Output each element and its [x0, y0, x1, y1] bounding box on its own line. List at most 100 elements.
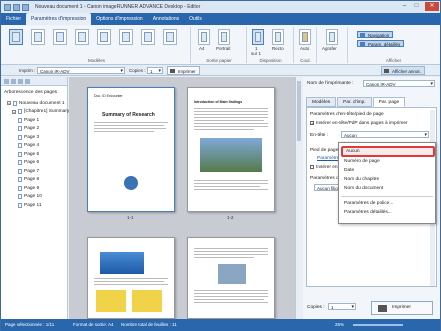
minimize-button[interactable]: – [399, 2, 410, 11]
tree-item-page-10[interactable]: Page 10 [4, 193, 64, 202]
collapse-toggle[interactable]: − [12, 109, 16, 114]
printer-select[interactable]: Canon iR-ADV [37, 67, 125, 74]
maximize-button[interactable]: □ [411, 2, 422, 11]
tree-item-page-3[interactable]: Page 3 [4, 133, 64, 142]
tree-item-page-7[interactable]: Page 7 [4, 167, 64, 176]
page-icon [18, 126, 22, 132]
tree-item-page-4[interactable]: Page 4 [4, 142, 64, 151]
dropdown-option-nom-chapitre[interactable]: Nom du chapitre [344, 177, 379, 182]
zoom-slider[interactable] [353, 324, 403, 326]
status-output-format: Format de sortie: A4 [73, 322, 114, 327]
expand-icon[interactable] [11, 79, 16, 84]
tree-item-label: Nouveau document 1 [19, 100, 65, 106]
page-icon [18, 202, 22, 208]
copies-input-pane[interactable]: 1 [328, 303, 356, 310]
navigation-icon [360, 33, 365, 37]
page-title-text: Introduction of Main findings [194, 100, 243, 104]
printer-name-select[interactable]: Canon iR-ADV [363, 80, 435, 87]
copies-input[interactable]: 1 [147, 67, 163, 74]
staple-icon[interactable] [326, 29, 338, 45]
print-button-toolbar[interactable]: Imprimer [167, 66, 200, 75]
dropdown-option-numero-page[interactable]: Numéro de page [344, 159, 380, 164]
template-button-4[interactable] [75, 29, 89, 45]
tree-item-label: Page 9 [24, 185, 40, 191]
undo-icon[interactable] [22, 3, 29, 11]
scrollbar-thumb[interactable] [297, 81, 301, 141]
tree-item-label: Page 1 [24, 117, 40, 123]
tab-modeles[interactable]: Modèles [306, 97, 337, 107]
page-thumbnail-4[interactable] [187, 237, 275, 319]
tree-item-page-1[interactable]: Page 1 [4, 116, 64, 125]
show-annotations-button[interactable]: Afficher annot. [381, 66, 425, 75]
template-button-6[interactable] [119, 29, 133, 45]
header-label: En-tête : [310, 133, 329, 138]
menu-annotations[interactable]: Annotations [148, 13, 184, 25]
tree-item-label: Page 11 [24, 202, 42, 208]
print-button[interactable]: Imprimer [371, 301, 433, 315]
move-icon[interactable] [18, 79, 23, 84]
detailed-params-button[interactable]: Param. détaillés [357, 40, 405, 47]
tree-item-page-6[interactable]: Page 6 [4, 159, 64, 168]
menu-options-impression[interactable]: Options d'impression [91, 13, 148, 25]
duplex-icon[interactable] [272, 29, 284, 45]
insert-checkbox[interactable] [310, 165, 314, 169]
dropdown-option-aucun[interactable]: Aucun [341, 146, 435, 157]
group-sortie-papier: A4 Portrait Sortie papier [192, 27, 247, 63]
tree-item-document[interactable]: − Nouveau document 1 [4, 99, 65, 108]
header-footer-checkbox-label: Insérer en-tête/PdP dans pages à imprime… [316, 121, 408, 126]
vertical-scrollbar[interactable] [295, 77, 302, 319]
page-title-text: Summary of Research [102, 112, 155, 118]
print-button-label: Imprimer [178, 69, 196, 74]
tree-item-page-5[interactable]: Page 5 [4, 150, 64, 159]
dropdown-option-police[interactable]: Paramètres de police... [344, 201, 393, 206]
color-icon[interactable] [299, 29, 311, 45]
close-button[interactable]: ✕ [425, 2, 439, 11]
template-button-3[interactable] [53, 29, 67, 45]
page-thumbnail-2[interactable]: Introduction of Main findings [187, 87, 275, 212]
tree-item-label: Page 10 [24, 194, 42, 200]
header-footer-checkbox[interactable]: ✓ [310, 121, 314, 126]
template-button-1[interactable] [9, 29, 23, 45]
copies-label: Copies : [129, 68, 146, 73]
save-icon[interactable] [13, 3, 20, 11]
dropdown-option-details[interactable]: Paramètres détaillés... [344, 210, 392, 215]
dropdown-option-nom-document[interactable]: Nom du document [344, 186, 383, 191]
navigation-button[interactable]: Navigation [357, 31, 394, 38]
tree-item-page-8[interactable]: Page 8 [4, 176, 64, 185]
header-select[interactable]: Aucun [341, 131, 429, 138]
page-icon [18, 117, 22, 123]
page-table [96, 290, 126, 312]
paper-size-icon[interactable] [198, 29, 210, 45]
status-selected-page: Page sélectionnée : 1/11 [5, 322, 55, 327]
dropdown-option-date[interactable]: Date [344, 168, 354, 173]
template-button-8[interactable] [163, 29, 177, 45]
tab-par-page[interactable]: Par. page [372, 97, 406, 107]
page-tree-toolbar [1, 77, 67, 86]
delete-icon[interactable] [25, 79, 30, 84]
orientation-icon[interactable] [218, 29, 230, 45]
page-icon [18, 160, 22, 166]
collapse-toggle[interactable]: − [7, 101, 11, 106]
tree-item-page-9[interactable]: Page 9 [4, 184, 64, 193]
tree-item-label: Page 6 [24, 160, 40, 166]
tree-item-page-2[interactable]: Page 2 [4, 125, 64, 134]
pages-per-sheet-icon[interactable] [252, 29, 264, 45]
template-button-5[interactable] [97, 29, 111, 45]
template-button-7[interactable] [141, 29, 155, 45]
detailed-params-label: Param. détaillés [368, 42, 401, 47]
pages-per-sheet-sub: sur 1 [251, 51, 262, 56]
page-thumbnail-3[interactable] [87, 237, 175, 319]
template-button-2[interactable] [31, 29, 45, 45]
menu-fichier[interactable]: Fichier [1, 13, 26, 25]
page-tree-title: Arborescence des pages [4, 90, 58, 95]
tree-item-chapter[interactable]: − [Chapitre1] Summary o [4, 108, 73, 117]
quick-print-toolbar: Imprim : Canon iR-ADV Copies : 1 Imprime… [1, 65, 440, 76]
page-preview-area: Doc. ID Encounter Summary of Research 1-… [69, 77, 302, 319]
page-icon [18, 177, 22, 183]
menu-outils[interactable]: Outils [184, 13, 207, 25]
menu-parametres-impression[interactable]: Paramètres d'impression [26, 13, 92, 25]
tab-par-imp[interactable]: Par. d'imp. [337, 97, 372, 107]
page-thumbnail-1[interactable]: Doc. ID Encounter Summary of Research [87, 87, 175, 212]
collapse-icon[interactable] [4, 79, 9, 84]
tree-item-page-11[interactable]: Page 11 [4, 201, 64, 210]
